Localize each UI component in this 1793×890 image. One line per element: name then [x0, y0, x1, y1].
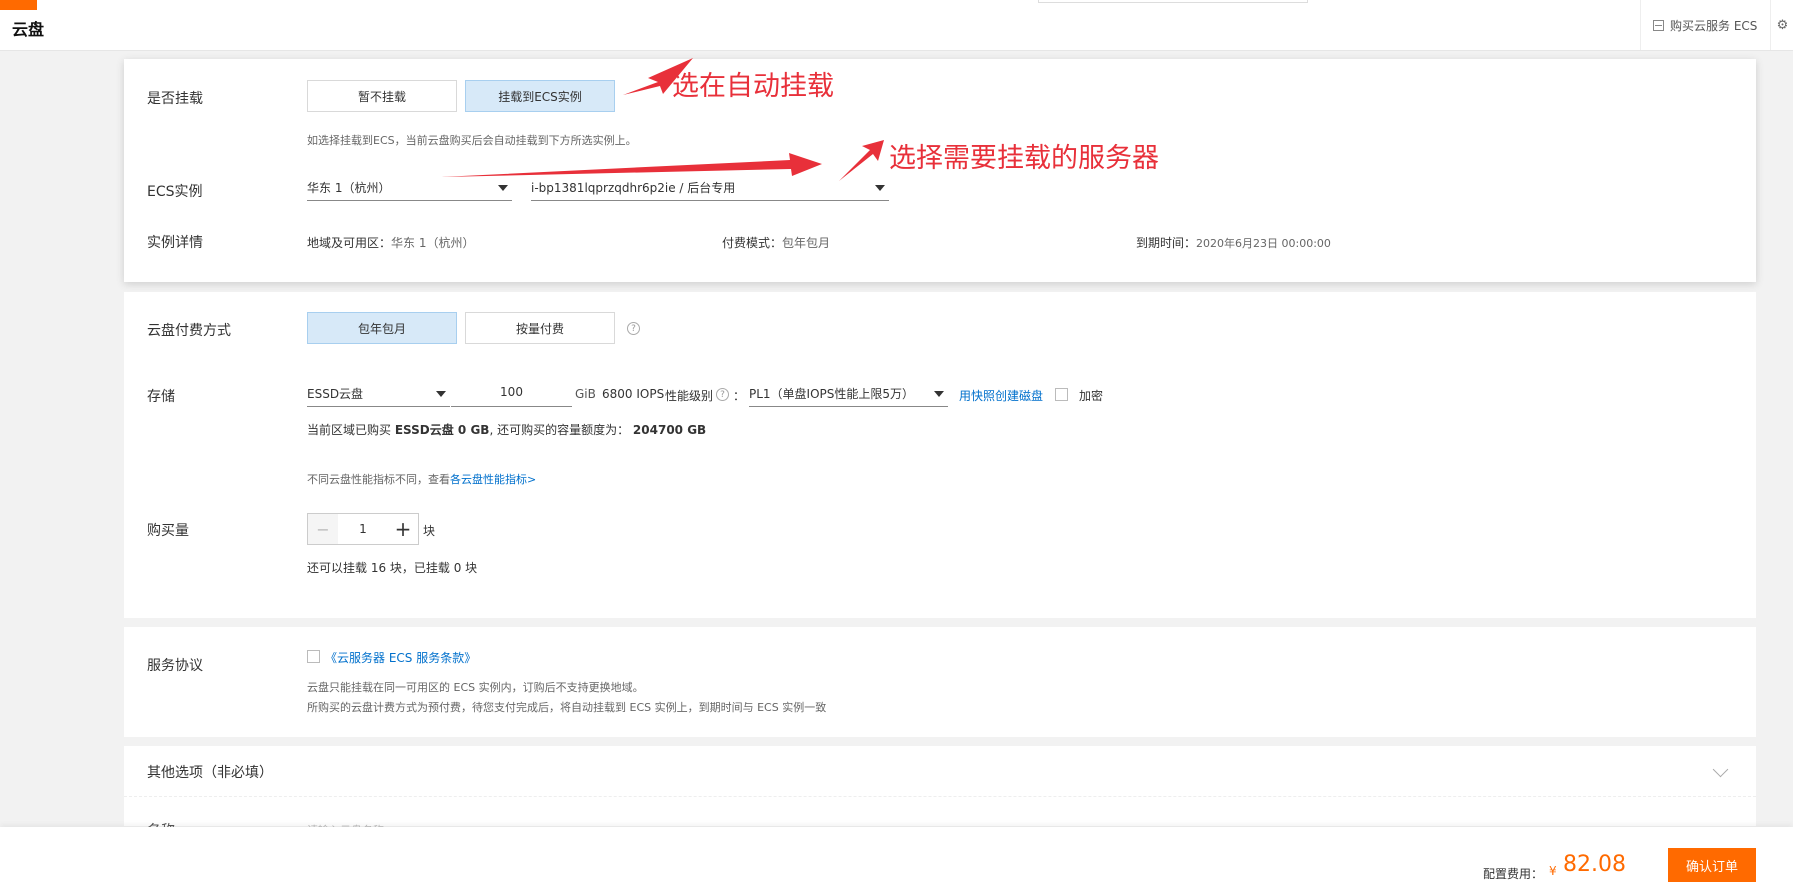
annotation-text-1: 选在自动挂载 [672, 71, 834, 102]
annotation-text-2: 选择需要挂载的服务器 [889, 143, 1159, 174]
annotation-arrow-3 [839, 140, 884, 181]
annotation-arrow-2 [441, 153, 822, 177]
annotation-arrows [441, 58, 884, 181]
